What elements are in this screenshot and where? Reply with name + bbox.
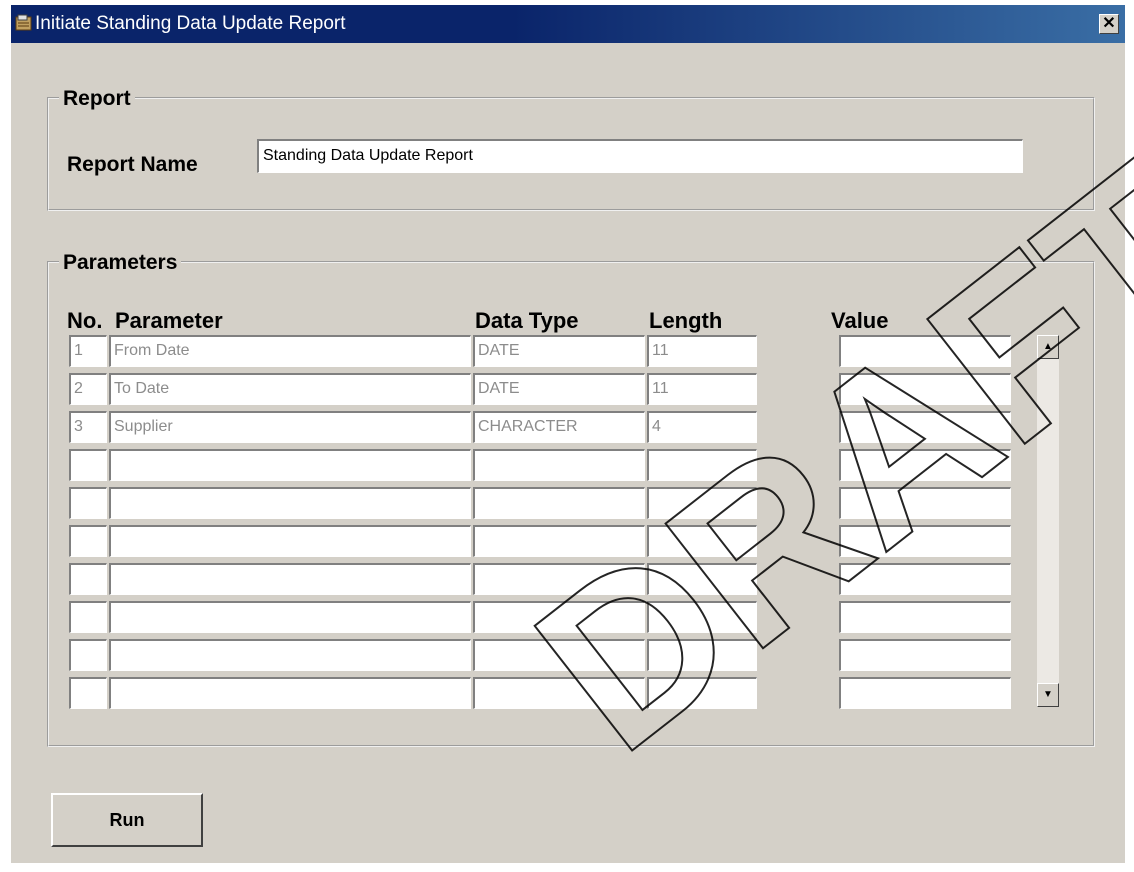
row-value-input[interactable] [839, 373, 1011, 405]
row-parameter-cell[interactable]: From Date [109, 335, 471, 367]
row-value-input[interactable] [839, 639, 1011, 671]
row-parameter-cell[interactable] [109, 563, 471, 595]
row-no-cell[interactable] [69, 677, 107, 709]
scroll-track[interactable] [1037, 359, 1059, 683]
title-bar[interactable]: Initiate Standing Data Update Report ✕ [11, 5, 1125, 43]
row-data-type-cell[interactable] [473, 487, 645, 519]
row-data-type-cell[interactable] [473, 525, 645, 557]
column-header-no: No. [67, 308, 103, 333]
row-data-type-cell[interactable] [473, 449, 645, 481]
row-data-type-cell[interactable] [473, 601, 645, 633]
row-length-cell[interactable] [647, 449, 757, 481]
run-button[interactable]: Run [51, 793, 203, 847]
row-parameter-cell[interactable] [109, 601, 471, 633]
row-parameter-cell[interactable]: To Date [109, 373, 471, 405]
row-data-type-cell[interactable]: CHARACTER [473, 411, 645, 443]
row-length-cell[interactable] [647, 525, 757, 557]
row-no-cell[interactable] [69, 487, 107, 519]
row-parameter-cell[interactable] [109, 677, 471, 709]
row-value-input[interactable] [839, 335, 1011, 367]
row-no-cell[interactable]: 2 [69, 373, 107, 405]
row-no-cell[interactable] [69, 601, 107, 633]
row-length-cell[interactable] [647, 487, 757, 519]
report-name-label: Report Name [67, 153, 198, 176]
parameters-scrollbar[interactable]: ▲ ▼ [1037, 335, 1059, 707]
row-value-input[interactable] [839, 525, 1011, 557]
row-length-cell[interactable] [647, 601, 757, 633]
row-length-cell[interactable]: 11 [647, 335, 757, 367]
row-data-type-cell[interactable] [473, 563, 645, 595]
row-parameter-cell[interactable] [109, 639, 471, 671]
row-value-input[interactable] [839, 487, 1011, 519]
row-data-type-cell[interactable]: DATE [473, 335, 645, 367]
column-header-value: Value [831, 308, 889, 333]
row-length-cell[interactable]: 11 [647, 373, 757, 405]
row-no-cell[interactable]: 1 [69, 335, 107, 367]
row-data-type-cell[interactable]: DATE [473, 373, 645, 405]
row-parameter-cell[interactable] [109, 525, 471, 557]
parameters-group-title: Parameters [59, 251, 182, 275]
row-no-cell[interactable] [69, 563, 107, 595]
row-value-input[interactable] [839, 563, 1011, 595]
window-title: Initiate Standing Data Update Report [35, 13, 346, 34]
report-name-field[interactable]: Standing Data Update Report [257, 139, 1023, 173]
row-data-type-cell[interactable] [473, 677, 645, 709]
row-value-input[interactable] [839, 677, 1011, 709]
row-value-input[interactable] [839, 601, 1011, 633]
row-length-cell[interactable]: 4 [647, 411, 757, 443]
scroll-up-icon[interactable]: ▲ [1037, 335, 1059, 359]
report-window: Initiate Standing Data Update Report ✕ R… [10, 4, 1126, 864]
column-header-data-type: Data Type [475, 308, 579, 333]
row-no-cell[interactable] [69, 525, 107, 557]
row-length-cell[interactable] [647, 639, 757, 671]
row-parameter-cell[interactable] [109, 449, 471, 481]
row-parameter-cell[interactable]: Supplier [109, 411, 471, 443]
report-group-title: Report [59, 87, 135, 111]
row-length-cell[interactable] [647, 677, 757, 709]
scroll-down-icon[interactable]: ▼ [1037, 683, 1059, 707]
row-parameter-cell[interactable] [109, 487, 471, 519]
row-value-input[interactable] [839, 449, 1011, 481]
column-header-length: Length [649, 308, 723, 333]
close-icon[interactable]: ✕ [1099, 14, 1119, 34]
row-no-cell[interactable]: 3 [69, 411, 107, 443]
row-no-cell[interactable] [69, 449, 107, 481]
row-length-cell[interactable] [647, 563, 757, 595]
row-data-type-cell[interactable] [473, 639, 645, 671]
row-value-input[interactable] [839, 411, 1011, 443]
row-no-cell[interactable] [69, 639, 107, 671]
column-header-parameter: Parameter [115, 308, 223, 333]
app-icon [15, 14, 33, 32]
